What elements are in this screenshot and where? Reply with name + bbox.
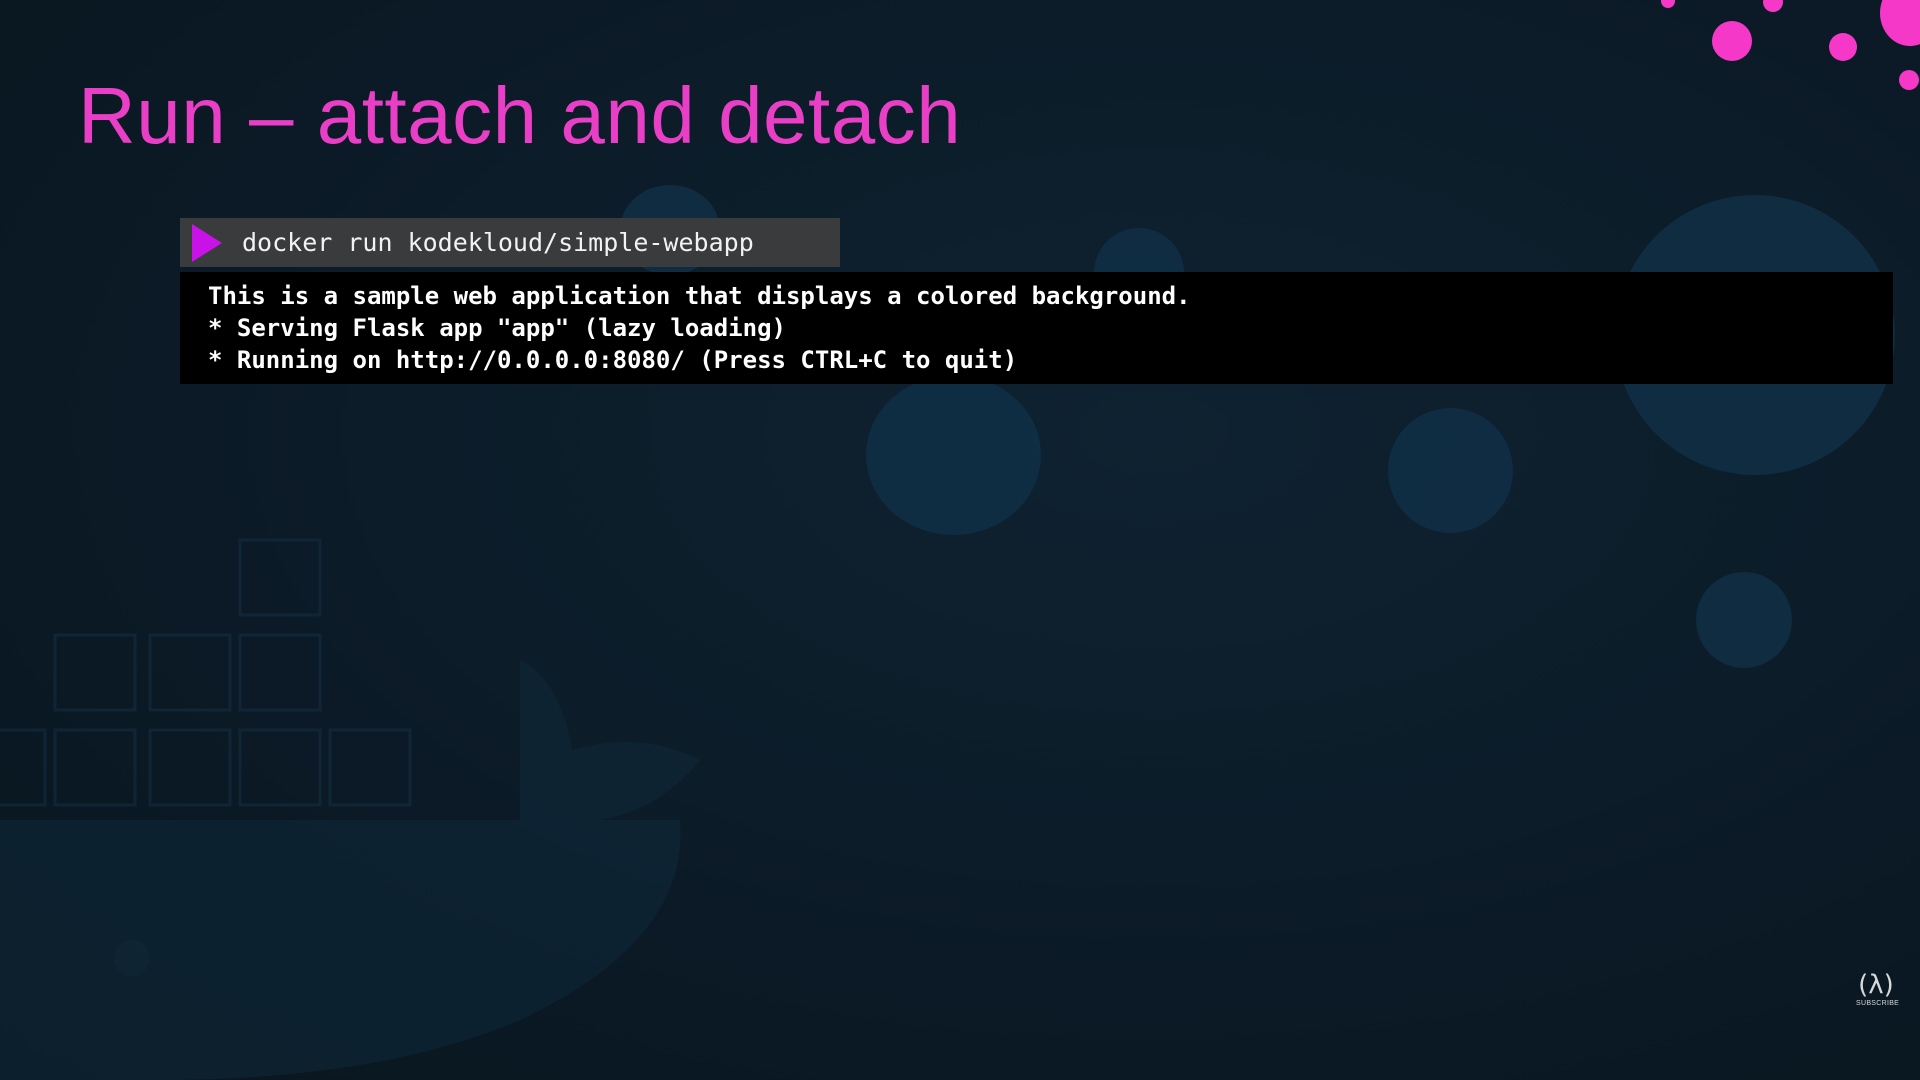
slide: Run – attach and detach docker run kodek… [0,0,1920,1080]
bg-bubble [866,375,1041,535]
pink-dot [1880,0,1920,46]
terminal-output: This is a sample web application that di… [180,272,1893,384]
pink-dot [1661,0,1675,8]
bg-bubble [1696,572,1792,668]
subscribe-icon: (λ) [1858,970,1894,1000]
subscribe-label: SUBSCRIBE [1856,1000,1900,1007]
bg-bubble [1388,408,1513,533]
play-prompt-icon [192,223,222,262]
terminal-line: * Running on http://0.0.0.0:8080/ (Press… [208,346,1018,374]
slide-title: Run – attach and detach [78,71,962,160]
command-bar: docker run kodekloud/simple-webapp [180,218,840,267]
subscribe-badge[interactable]: (λ) SUBSCRIBE [1856,970,1900,1007]
pink-dot [1899,70,1919,90]
pink-dot [1712,21,1752,61]
terminal-line: This is a sample web application that di… [208,282,1191,310]
terminal-line: * Serving Flask app "app" (lazy loading) [208,314,786,342]
command-text: docker run kodekloud/simple-webapp [242,228,754,257]
pink-dot [1829,33,1857,61]
pink-dot [1763,0,1783,12]
docker-whale-watermark [0,538,700,1080]
